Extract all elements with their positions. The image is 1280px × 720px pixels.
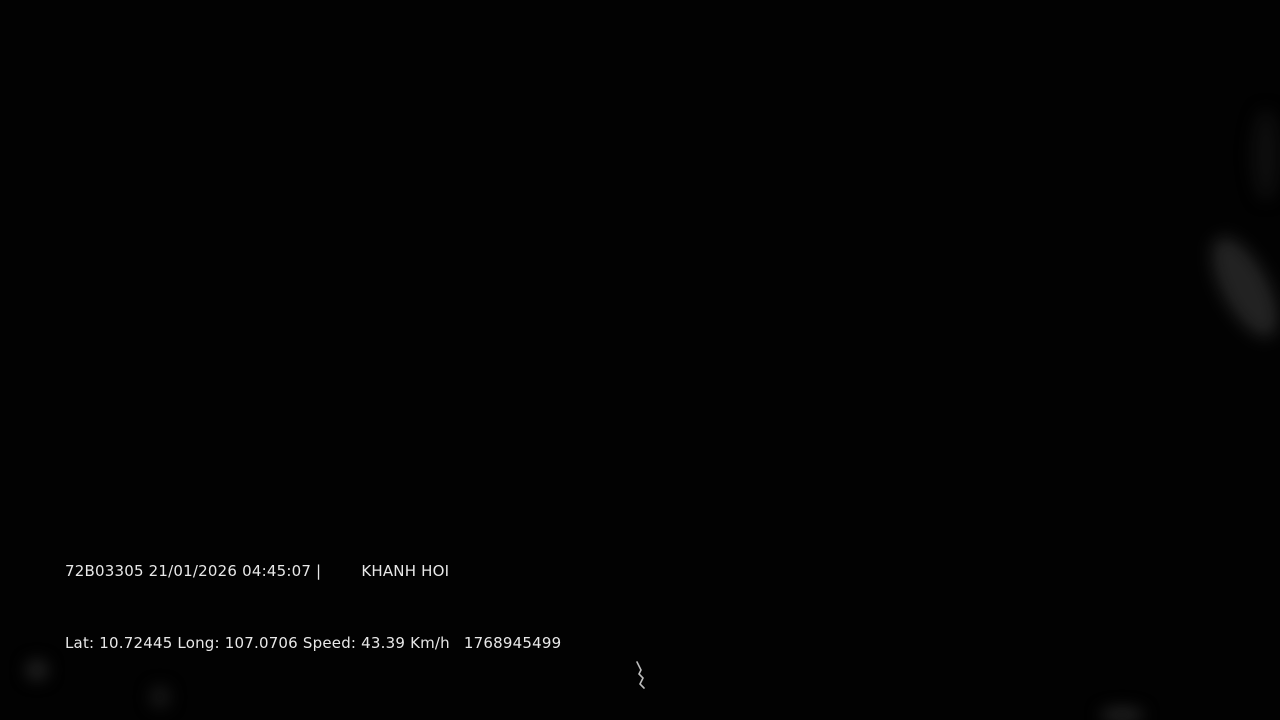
- camera-frame: 72B03305 21/01/2026 04:45:07 | KHANH HOI …: [0, 0, 1280, 720]
- speed-unit: Km/h: [410, 634, 450, 652]
- overlay-line-top: 72B03305 21/01/2026 04:45:07 | KHANH HOI: [65, 562, 449, 580]
- lat-label: Lat:: [65, 634, 95, 652]
- background-lamp-glow: [1198, 227, 1280, 347]
- speed-label: Speed:: [302, 634, 357, 652]
- dashboard-glint: [636, 661, 645, 689]
- overlay-location: KHANH HOI: [361, 562, 450, 580]
- overlay-separator: |: [316, 562, 322, 580]
- lat-value: 10.72445: [99, 634, 173, 652]
- speed-value: 43.39: [361, 634, 406, 652]
- dashboard-reflection-left: [26, 660, 48, 680]
- dashboard-reflection-right: [1100, 708, 1144, 720]
- long-label: Long:: [177, 634, 220, 652]
- overlay-timestamp: 1768945499: [463, 634, 562, 652]
- vehicle-plate: 72B03305: [65, 562, 144, 580]
- overlay-line-bottom: Lat: 10.72445 Long: 107.0706 Speed: 43.3…: [65, 634, 561, 652]
- dashboard-reflection-left-2: [150, 686, 170, 708]
- overlay-date: 21/01/2026: [148, 562, 238, 580]
- background-light-strip: [1252, 110, 1280, 200]
- overlay-time: 04:45:07: [242, 562, 312, 580]
- long-value: 107.0706: [224, 634, 298, 652]
